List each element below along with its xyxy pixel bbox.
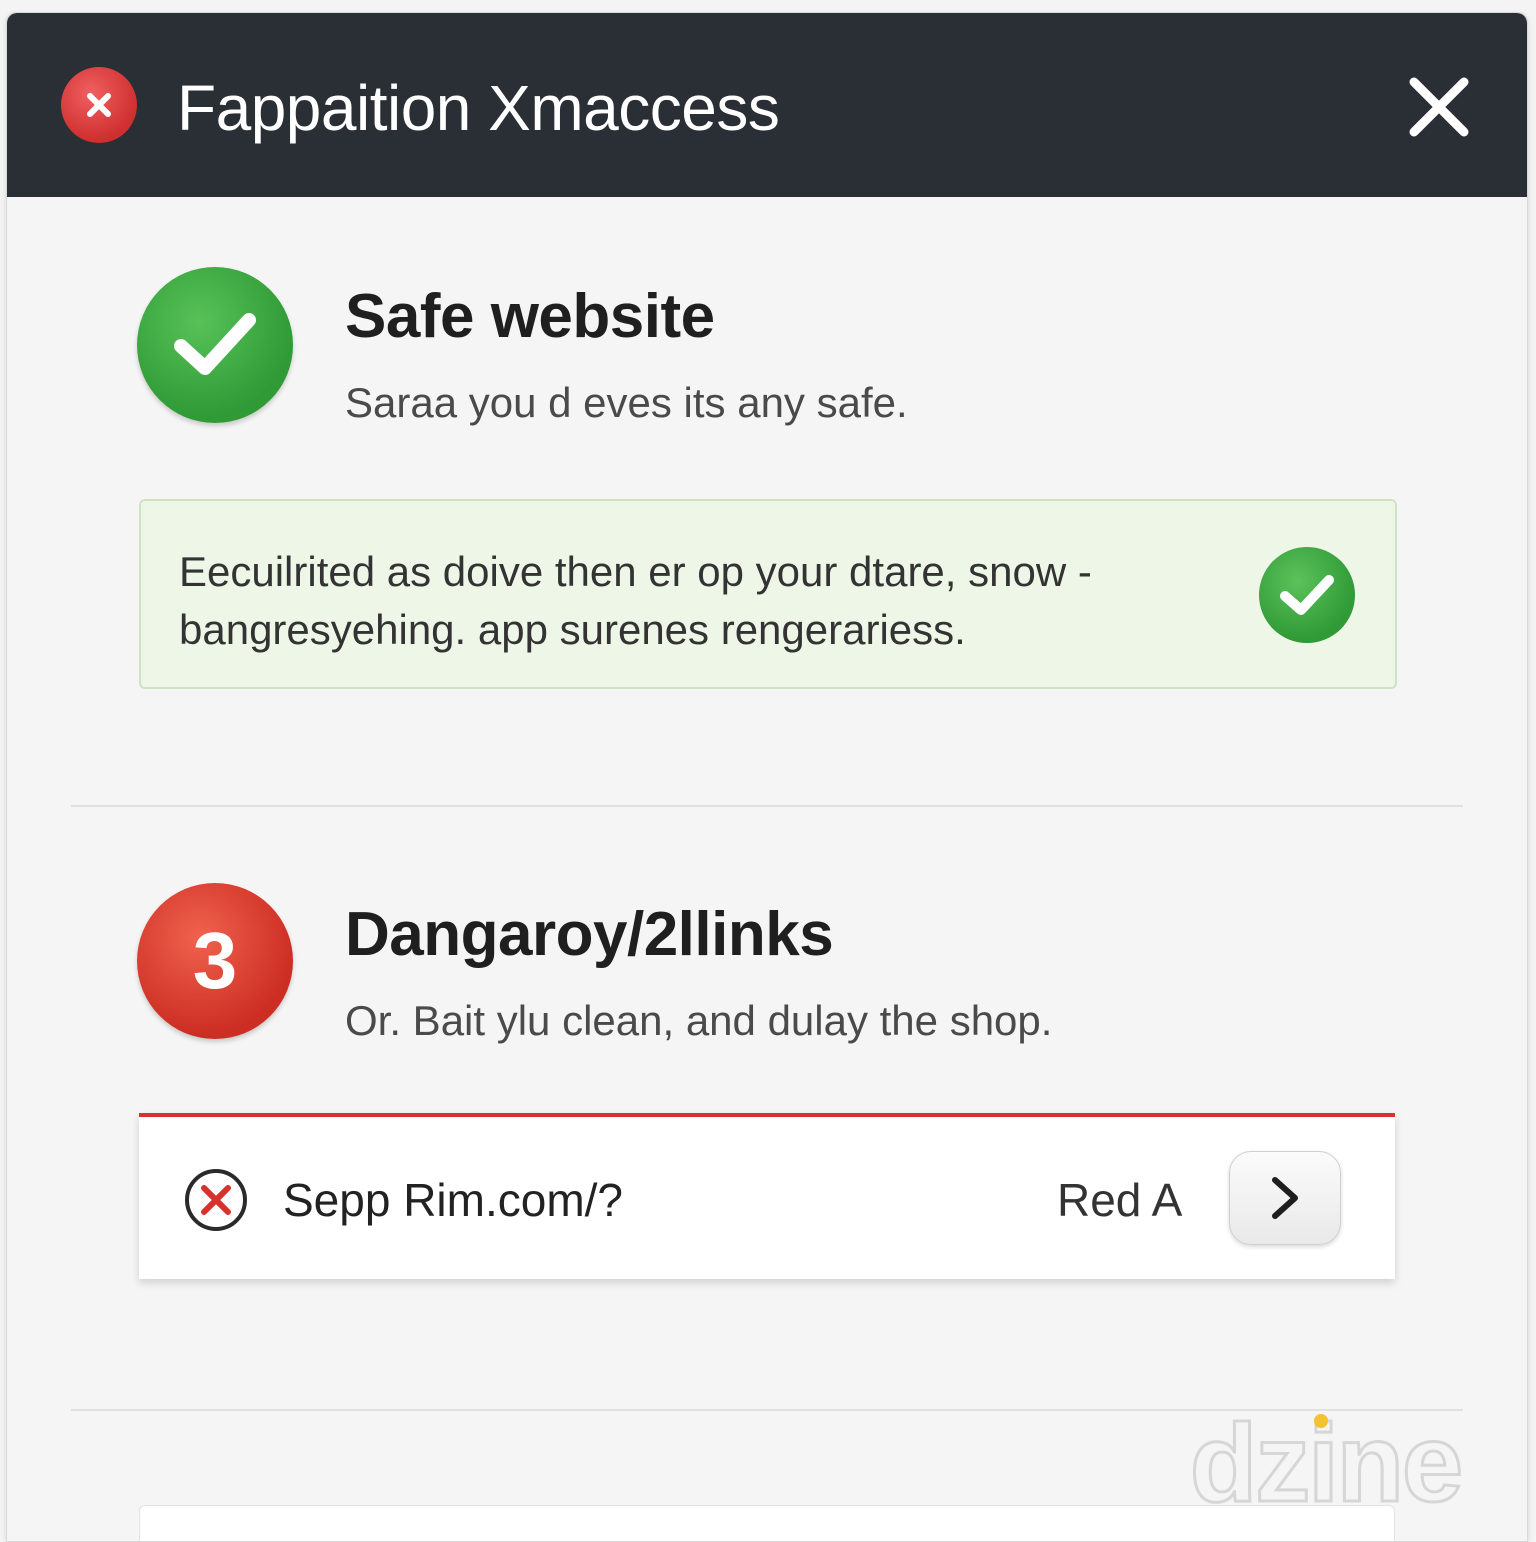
- watermark-dot: [1314, 1414, 1328, 1428]
- safe-info-text: Eecuilrited as doive then er op your dta…: [179, 548, 1092, 653]
- safe-subtext: Saraa you d eves its any safe.: [345, 379, 908, 426]
- title-bar: Fappaition Xmaccess: [7, 13, 1527, 197]
- danger-subtext: Or. Bait ylu clean, and dulay the shop.: [345, 997, 1053, 1044]
- section-divider: [71, 805, 1463, 807]
- error-x-icon: [61, 67, 137, 143]
- danger-heading: Dangaroy/2llinks: [345, 900, 834, 969]
- safe-info-box: Eecuilrited as doive then er op your dta…: [139, 499, 1397, 689]
- safe-checkmark-icon: [137, 267, 293, 423]
- security-window: Fappaition Xmaccess Safe website Saraa y…: [6, 12, 1528, 1542]
- info-checkmark-icon: [1259, 547, 1355, 643]
- circle-x-icon: [185, 1169, 247, 1231]
- open-link-button[interactable]: [1229, 1151, 1341, 1245]
- danger-count-badge: 3: [137, 883, 293, 1039]
- link-status: Red A: [1057, 1174, 1183, 1226]
- chevron-right-icon: [1272, 1177, 1298, 1219]
- dangerous-link-row[interactable]: Sepp Rim.com/? Red A: [139, 1113, 1395, 1279]
- safe-heading: Safe website: [345, 282, 715, 351]
- link-url: Sepp Rim.com/?: [283, 1174, 624, 1226]
- window-title: Fappaition Xmaccess: [177, 72, 780, 144]
- close-button[interactable]: [1403, 71, 1475, 143]
- close-icon: [1409, 77, 1469, 137]
